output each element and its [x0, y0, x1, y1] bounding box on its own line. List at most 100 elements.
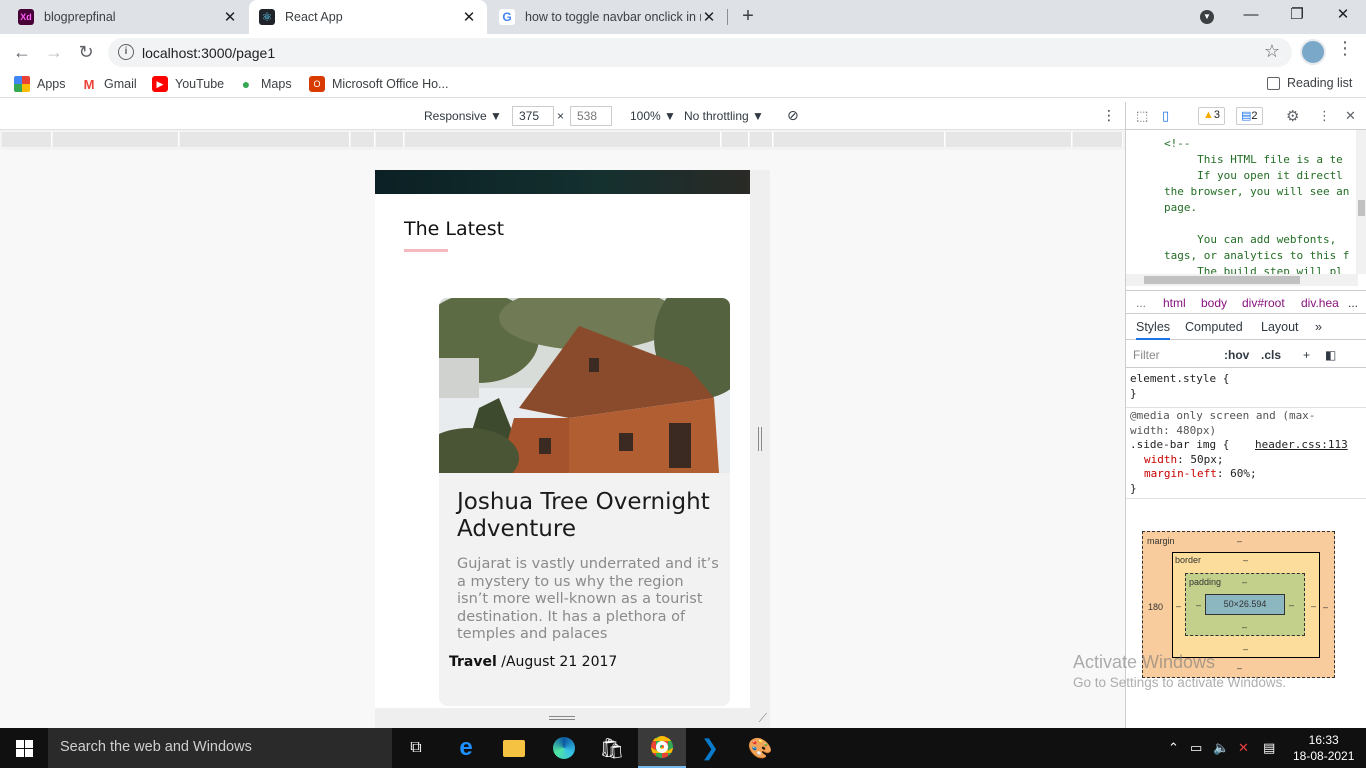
rotate-icon[interactable]: ⊘ — [787, 107, 799, 124]
filter-input[interactable]: Filter — [1133, 348, 1160, 362]
scroll-thumb[interactable] — [1144, 276, 1300, 284]
ruler-segment[interactable] — [180, 132, 350, 147]
device-toggle-icon[interactable]: ▯ — [1162, 108, 1169, 124]
elements-vertical-scrollbar[interactable] — [1356, 130, 1366, 274]
blog-card[interactable]: Joshua Tree Overnight Adventure Gujarat … — [439, 298, 730, 706]
tab-more[interactable]: » — [1315, 320, 1322, 334]
breadcrumb-body[interactable]: body — [1201, 296, 1227, 310]
box-model-content[interactable]: 50×26.594 — [1205, 594, 1285, 615]
messages-badge[interactable]: ▤2 — [1236, 107, 1263, 125]
device-mode-dropdown[interactable]: Responsive ▼ — [424, 109, 502, 123]
bookmark-youtube[interactable]: ▶ YouTube — [152, 76, 224, 92]
ruler-segment[interactable] — [1073, 132, 1123, 147]
battery-icon[interactable]: ▭ — [1190, 740, 1202, 756]
css-value[interactable]: : 50px; — [1177, 453, 1223, 466]
padding-left-value[interactable]: – — [1196, 600, 1201, 610]
scroll-thumb[interactable] — [1358, 200, 1365, 216]
border-right-value[interactable]: – — [1311, 601, 1316, 611]
profile-avatar[interactable] — [1300, 39, 1326, 65]
start-button[interactable] — [0, 728, 48, 768]
breadcrumb-more[interactable]: ... — [1348, 296, 1358, 310]
reload-icon[interactable]: ↻ — [74, 40, 98, 64]
settings-gear-icon[interactable]: ⚙ — [1286, 107, 1299, 125]
paint-icon[interactable]: 🎨 — [746, 734, 774, 762]
ruler-segment[interactable] — [53, 132, 179, 147]
css-property[interactable]: margin-left — [1144, 467, 1217, 480]
throttling-dropdown[interactable]: No throttling ▼ — [684, 109, 764, 123]
minimize-button[interactable]: — — [1228, 0, 1274, 34]
taskbar-clock[interactable]: 16:33 18-08-2021 — [1293, 732, 1354, 764]
warnings-badge[interactable]: ▲3 — [1198, 107, 1226, 125]
vscode-icon[interactable]: ❯ — [696, 734, 724, 762]
ruler-segment[interactable] — [946, 132, 1072, 147]
border-top-value[interactable]: – — [1243, 555, 1248, 565]
task-view-icon[interactable]: ⧉ — [402, 734, 430, 762]
breadcrumb-root[interactable]: div#root — [1242, 296, 1285, 310]
cls-toggle[interactable]: .cls — [1261, 348, 1281, 362]
device-menu-icon[interactable]: ⋮ — [1102, 107, 1116, 124]
close-icon[interactable]: ✕ — [701, 8, 717, 26]
devtools-menu-icon[interactable]: ⋮ — [1318, 108, 1331, 124]
network-icon[interactable]: ✕ — [1238, 740, 1249, 756]
url-text[interactable]: localhost:3000/page1 — [142, 45, 275, 61]
taskbar-search-input[interactable]: Search the web and Windows — [48, 728, 392, 768]
tab-computed[interactable]: Computed — [1185, 320, 1243, 334]
store-icon[interactable]: 🛍 — [598, 734, 626, 762]
close-icon[interactable]: ✕ — [461, 8, 477, 26]
edge-legacy-icon[interactable]: e — [452, 734, 480, 762]
chrome-icon[interactable] — [638, 728, 686, 768]
ruler-segment[interactable] — [376, 132, 404, 147]
element-style-rule[interactable]: element.style { } — [1130, 372, 1229, 401]
hov-toggle[interactable]: :hov — [1224, 348, 1249, 362]
css-value[interactable]: : 60%; — [1217, 467, 1257, 480]
breadcrumb-html[interactable]: html — [1163, 296, 1186, 310]
file-explorer-icon[interactable] — [500, 734, 528, 762]
media-query-ruler[interactable] — [0, 130, 1125, 150]
new-rule-icon[interactable]: + — [1303, 348, 1310, 362]
inspect-element-icon[interactable]: ⬚ — [1136, 108, 1148, 124]
rule-source-link[interactable]: header.css:113 — [1255, 438, 1348, 453]
tab-styles[interactable]: Styles — [1136, 320, 1171, 340]
resize-handle-bottom[interactable]: ⟋ — [375, 708, 770, 728]
close-window-button[interactable]: ✕ — [1320, 0, 1366, 34]
ruler-segment[interactable] — [774, 132, 945, 147]
side-bar-img-rule[interactable]: @media only screen and (max-width: 480px… — [1130, 409, 1348, 496]
viewport-height-input[interactable]: 538 — [570, 106, 612, 126]
kebab-menu-icon[interactable]: ⋮ — [1336, 38, 1354, 59]
close-devtools-icon[interactable]: ✕ — [1345, 108, 1356, 124]
new-tab-button[interactable]: + — [736, 5, 760, 29]
ruler-segment[interactable] — [2, 132, 52, 147]
elements-horizontal-scrollbar[interactable] — [1126, 274, 1358, 286]
bookmark-apps[interactable]: Apps — [14, 76, 66, 92]
margin-top-value[interactable]: – — [1237, 536, 1242, 546]
restore-button[interactable]: ❐ — [1274, 0, 1320, 34]
border-left-value[interactable]: – — [1176, 601, 1181, 611]
bookmark-office[interactable]: O Microsoft Office Ho... — [309, 76, 448, 92]
bookmark-maps[interactable]: ● Maps — [238, 76, 292, 92]
tab-google-search[interactable]: G how to toggle navbar onclick in r ✕ — [489, 0, 727, 34]
address-bar[interactable]: i localhost:3000/page1 ☆ — [108, 38, 1292, 67]
css-property[interactable]: width — [1144, 453, 1177, 466]
ruler-segment[interactable] — [405, 132, 721, 147]
tab-react-app[interactable]: ⚛ React App ✕ — [249, 0, 487, 34]
padding-bottom-value[interactable]: – — [1242, 622, 1247, 632]
tab-blogprepfinal[interactable]: Xd blogprepfinal ✕ — [8, 0, 248, 34]
ruler-segment[interactable] — [722, 132, 749, 147]
tray-chevron-icon[interactable]: ⌃ — [1168, 740, 1179, 756]
tab-layout[interactable]: Layout — [1261, 320, 1299, 334]
back-icon[interactable]: ← — [10, 40, 34, 64]
volume-icon[interactable]: 🔈 — [1213, 740, 1229, 756]
reading-list[interactable]: Reading list — [1267, 76, 1352, 90]
resize-handle-right[interactable] — [750, 170, 770, 708]
card-category[interactable]: Travel — [449, 654, 497, 670]
edge-icon[interactable] — [550, 734, 578, 762]
padding-top-value[interactable]: – — [1242, 577, 1247, 587]
padding-right-value[interactable]: – — [1289, 600, 1294, 610]
close-icon[interactable]: ✕ — [222, 8, 238, 26]
viewport-width-input[interactable]: 375 — [512, 106, 554, 126]
tab-search-button[interactable]: ▼ — [1184, 0, 1230, 34]
margin-right-value[interactable]: – — [1323, 602, 1328, 612]
bookmark-gmail[interactable]: M Gmail — [81, 76, 137, 92]
forward-icon[interactable]: → — [42, 40, 66, 64]
breadcrumb-header[interactable]: div.hea — [1301, 296, 1339, 310]
